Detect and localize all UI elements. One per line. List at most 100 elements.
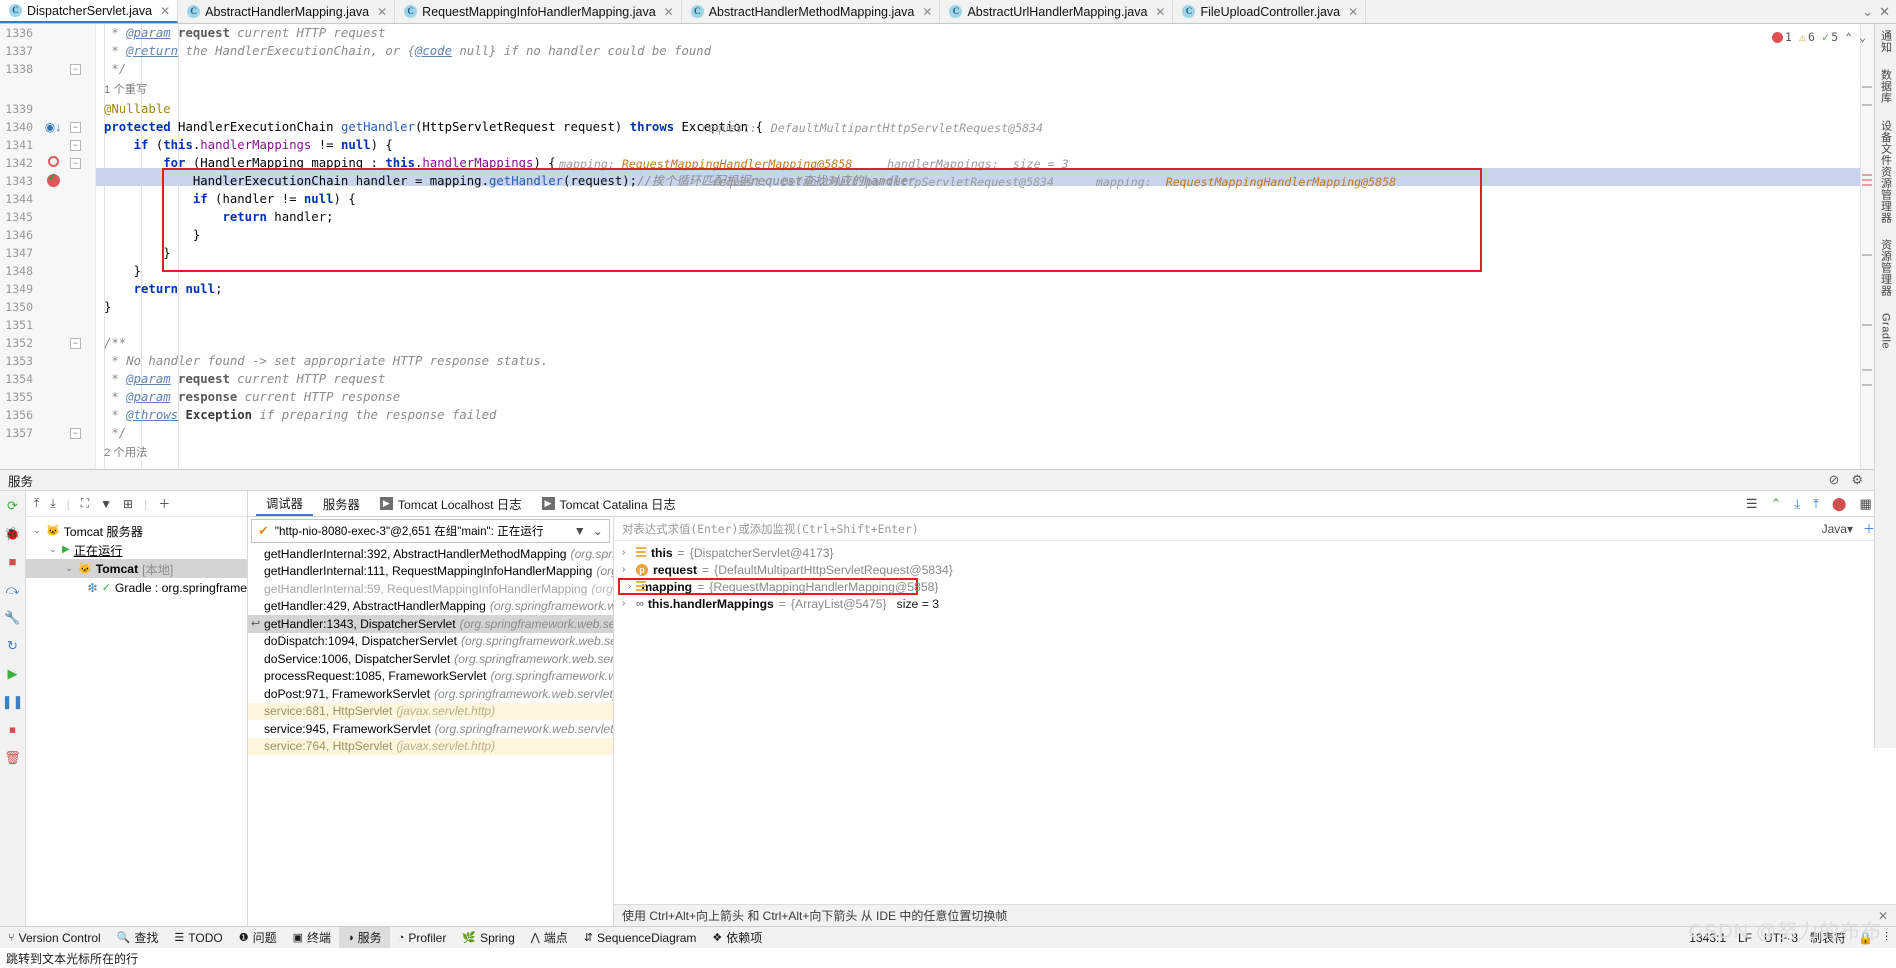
expand-twisty[interactable]: › <box>622 564 631 575</box>
debugger-tab-0[interactable]: 调试器 <box>256 491 313 516</box>
debug-action-strip[interactable]: ⟳ 🐞 ■ ⤼ 🔧 ↻ ▶ ❚❚ ⏹ 🗑 <box>0 491 26 926</box>
debugger-tab-3[interactable]: ▶ Tomcat Catalina 日志 <box>532 491 686 516</box>
stack-frame-0[interactable]: getHandlerInternal:392, AbstractHandlerM… <box>248 545 613 563</box>
thread-selector[interactable]: ✔ "http-nio-8080-exec-3"@2,651 在组"main":… <box>251 519 610 543</box>
editor-tab-4[interactable]: C AbstractUrlHandlerMapping.java ✕ <box>940 0 1174 23</box>
service-tree-node-3[interactable]: ❇ ✓ Gradle : org.springframe <box>26 578 247 597</box>
close-icon[interactable]: ✕ <box>1348 5 1358 19</box>
right-tool-0[interactable]: 通知 <box>1878 30 1894 53</box>
services-tree-panel[interactable]: ⤒ ⤓ | ⛶ ▼ ⊞ | ＋ ⌄ 🐱 Tomcat 服务器 ⌄ ▶ 正在运行 ⌄ 🐱 Tomc… <box>26 491 248 926</box>
language-selector[interactable]: Java▾ <box>1822 522 1853 536</box>
service-tree-node-0[interactable]: ⌄ 🐱 Tomcat 服务器 <box>26 521 247 540</box>
right-tool-4[interactable]: Gradle <box>1880 313 1892 349</box>
status-bar-item-3[interactable]: ❶ 问题 <box>231 927 285 948</box>
stack-frame-2[interactable]: getHandlerInternal:59, RequestMappingInf… <box>248 580 613 598</box>
usages-marker-label[interactable]: 2 个用法 <box>104 444 147 462</box>
scroll-up-icon[interactable]: ⌃ <box>1770 496 1781 512</box>
status-bar-item-4[interactable]: ▣ 终端 <box>285 927 339 948</box>
debugger-tab-1[interactable]: 服务器 <box>313 491 370 516</box>
right-tool-1[interactable]: 数据库 <box>1878 69 1894 104</box>
debug-icon[interactable]: 🐞 <box>4 527 20 540</box>
variable-row-mapping[interactable]: › mapping = {RequestMappingHandlerMapping@5… <box>618 578 938 595</box>
layout-icon[interactable]: ▦ <box>1859 496 1871 512</box>
editor-gutter[interactable]: 133613371338−13391340−◉↓1341−1342−134313… <box>0 24 96 469</box>
expand-twisty[interactable]: › <box>628 581 631 592</box>
debugger-tab-2[interactable]: ▶ Tomcat Localhost 日志 <box>370 491 532 516</box>
add-frame-icon[interactable]: ⊞ <box>123 497 133 511</box>
tree-twisty[interactable]: ⌄ <box>64 563 74 574</box>
editor-tab-3[interactable]: C AbstractHandlerMethodMapping.java ✕ <box>682 0 941 23</box>
stop-icon[interactable]: ■ <box>9 555 17 568</box>
fold-toggle-1338[interactable]: − <box>70 64 81 75</box>
debugger-tab-bar[interactable]: 调试器 服务器 ▶ Tomcat Localhost 日志 ▶ Tomcat Catali… <box>248 491 1896 517</box>
collapse-all-icon[interactable]: ⤓ <box>50 496 55 511</box>
upload-icon[interactable]: ⤒ <box>1813 496 1819 512</box>
stack-frame-8[interactable]: doPost:971, FrameworkServlet (org.springf… <box>248 685 613 703</box>
stop-red-icon[interactable]: ⏹ <box>9 723 16 736</box>
plus-icon[interactable]: ＋ <box>158 495 170 512</box>
inspection-warnings[interactable]: ⚠ 6 <box>1799 28 1815 46</box>
services-tree-toolbar[interactable]: ⤒ ⤓ | ⛶ ▼ ⊞ | ＋ <box>26 491 247 517</box>
breakpoint-hit-icon[interactable] <box>44 171 62 190</box>
inspection-next-icon[interactable]: ⌄ <box>1859 28 1866 46</box>
close-icon[interactable]: ✕ <box>377 5 387 19</box>
right-tool-strip[interactable]: 通知 数据库 设备文件资源管理器 资源管理器 Gradle <box>1874 24 1896 748</box>
stack-frame-9[interactable]: service:681, HttpServlet (javax.servlet.h… <box>248 702 613 720</box>
code-content[interactable]: * @param request current HTTP request * … <box>96 24 1896 469</box>
expand-twisty[interactable]: › <box>622 598 631 609</box>
trash-icon[interactable]: 🗑 <box>4 751 21 764</box>
status-bar[interactable]: ⑂ Version Control 🔍 查找 ☰ TODO ❶ 问题 ▣ 终端 ◑ 服务 ◔ Profil… <box>0 926 1896 948</box>
mute-breakpoints-icon[interactable]: ⬤ <box>1832 496 1847 512</box>
override-marker-label[interactable]: 1 个重写 <box>104 81 147 99</box>
fold-toggle-1357[interactable]: − <box>70 428 81 439</box>
service-tree-node-2[interactable]: ⌄ 🐱 Tomcat [本地] <box>26 559 247 578</box>
close-icon[interactable]: ✕ <box>922 5 932 19</box>
status-bar-item-8[interactable]: ⋀ 端点 <box>523 927 576 948</box>
variable-row-request[interactable]: › p request = {DefaultMultipartHttpServletRe… <box>614 561 1896 578</box>
variable-row-this.handlerMappings[interactable]: › ∞ this.handlerMappings = {ArrayList@5475} s… <box>614 595 1896 612</box>
editor-tab-0[interactable]: C DispatcherServlet.java ✕ <box>0 0 179 23</box>
status-menu-icon[interactable]: ⫶ <box>1885 930 1888 945</box>
restart-icon[interactable]: ↻ <box>7 639 18 652</box>
variables-panel[interactable]: 对表达式求值(Enter)或添加监视(Ctrl+Shift+Enter) Jav… <box>614 517 1896 926</box>
breakpoint-disabled-icon[interactable] <box>44 156 62 172</box>
editor-marker-column[interactable] <box>1860 24 1874 469</box>
frames-list[interactable]: getHandlerInternal:392, AbstractHandlerM… <box>248 545 613 926</box>
frames-filter-icon[interactable]: ▼ <box>574 524 586 538</box>
fold-toggle-1341[interactable]: − <box>70 140 81 151</box>
status-bar-item-5[interactable]: ◑ 服务 <box>339 927 390 948</box>
tree-twisty[interactable]: ⌄ <box>32 525 42 536</box>
fold-toggle-1342[interactable]: − <box>70 158 81 169</box>
inspection-weak-warnings[interactable]: ✓ 5 <box>1822 28 1838 46</box>
help-icon[interactable]: ⊘ <box>1828 472 1839 488</box>
stack-frame-11[interactable]: service:764, HttpServlet (javax.servlet.h… <box>248 737 613 755</box>
close-icon[interactable]: ✕ <box>160 4 170 18</box>
close-icon[interactable]: ✕ <box>1155 5 1165 19</box>
status-bar-item-6[interactable]: ◔ Profiler <box>390 927 455 948</box>
expand-all-icon[interactable]: ⤒ <box>34 496 39 511</box>
service-tree-node-1[interactable]: ⌄ ▶ 正在运行 <box>26 540 247 559</box>
overriding-method-icon[interactable]: ◉↓ <box>44 120 62 136</box>
tab-list-icon[interactable]: ⌄ <box>1862 4 1873 20</box>
stack-frame-1[interactable]: getHandlerInternal:111, RequestMappingIn… <box>248 563 613 581</box>
right-tool-2[interactable]: 设备文件资源管理器 <box>1878 120 1894 224</box>
inspection-widget[interactable]: 1 ⚠ 6 ✓ 5 ⌃ ⌄ <box>1771 28 1866 46</box>
close-icon[interactable]: ✕ <box>664 5 674 19</box>
tab-close-all-icon[interactable]: ✕ <box>1879 4 1890 20</box>
stack-frame-4[interactable]: ↩ getHandler:1343, DispatcherServlet (org.… <box>248 615 613 633</box>
editor-tab-5[interactable]: C FileUploadController.java ✕ <box>1173 0 1367 23</box>
status-bar-item-9[interactable]: ⇵ SequenceDiagram <box>576 927 705 948</box>
variable-row-this[interactable]: › this = {DispatcherServlet@4173} <box>614 544 1896 561</box>
fold-toggle-1352[interactable]: − <box>70 338 81 349</box>
evaluate-expression-bar[interactable]: 对表达式求值(Enter)或添加监视(Ctrl+Shift+Enter) Jav… <box>614 517 1896 541</box>
group-icon[interactable]: ⛶ <box>81 496 89 511</box>
editor-tab-1[interactable]: C AbstractHandlerMapping.java ✕ <box>178 0 396 23</box>
stack-frame-7[interactable]: processRequest:1085, FrameworkServlet (or… <box>248 668 613 686</box>
stack-frame-6[interactable]: doService:1006, DispatcherServlet (org.sp… <box>248 650 613 668</box>
resume-icon[interactable]: ▶ <box>8 667 18 680</box>
editor-tab-2[interactable]: C RequestMappingInfoHandlerMapping.java ✕ <box>395 0 682 23</box>
tree-twisty[interactable]: ⌄ <box>48 544 58 555</box>
inspection-prev-icon[interactable]: ⌃ <box>1845 28 1852 46</box>
stack-frame-3[interactable]: getHandler:429, AbstractHandlerMapping (o… <box>248 598 613 616</box>
gear-icon[interactable]: ⚙ <box>1851 472 1863 488</box>
